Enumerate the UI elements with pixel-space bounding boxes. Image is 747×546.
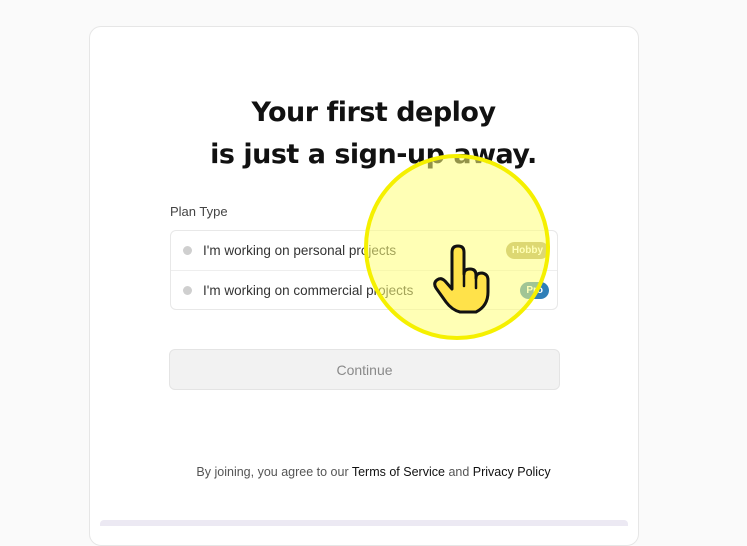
radio-button[interactable]: [183, 246, 192, 255]
bottom-panel-edge: [100, 520, 628, 526]
title-line-1: Your first deploy: [251, 97, 496, 128]
title-line-2: is just a sign-up away.: [210, 139, 537, 170]
plan-option-hobby[interactable]: I'm working on personal projects Hobby: [171, 231, 557, 270]
radio-button[interactable]: [183, 286, 192, 295]
legal-notice: By joining, you agree to our Terms of Se…: [0, 465, 747, 479]
page-title: Your first deploy is just a sign-up away…: [0, 92, 747, 176]
legal-and: and: [448, 465, 470, 479]
legal-prefix: By joining, you agree to our: [196, 465, 349, 479]
plan-option-label: I'm working on personal projects: [203, 243, 397, 258]
plan-type-selector: I'm working on personal projects Hobby I…: [170, 230, 558, 310]
hobby-badge: Hobby: [505, 242, 549, 259]
terms-of-service-link[interactable]: Terms of Service: [352, 465, 445, 479]
pro-badge: Pro: [520, 282, 549, 299]
plan-option-pro[interactable]: I'm working on commercial projects Pro: [171, 270, 557, 310]
plan-option-label: I'm working on commercial projects: [203, 283, 414, 298]
plan-type-label: Plan Type: [170, 204, 228, 219]
privacy-policy-link[interactable]: Privacy Policy: [473, 465, 551, 479]
continue-button[interactable]: Continue: [169, 349, 560, 390]
